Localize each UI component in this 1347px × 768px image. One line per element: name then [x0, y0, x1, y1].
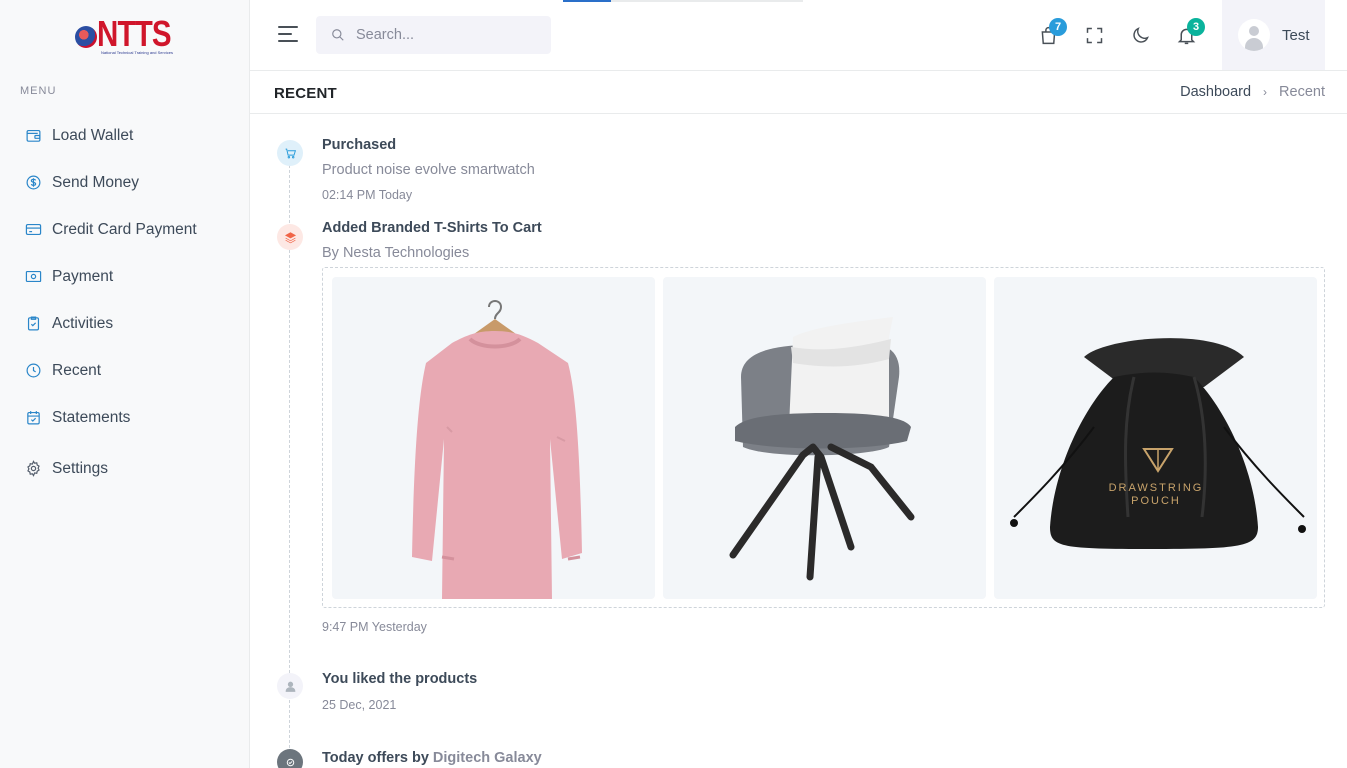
dark-mode-toggle[interactable] [1127, 22, 1153, 48]
pouch-label-line1: DRAWSTRING [1109, 482, 1204, 494]
notifications-button[interactable]: 3 [1173, 18, 1205, 48]
page-load-progress-fill [563, 0, 611, 2]
layers-icon [277, 224, 303, 250]
timeline-item-time: 25 Dec, 2021 [322, 698, 397, 712]
brand-name: NTTS [97, 13, 172, 54]
fullscreen-icon [1086, 27, 1102, 43]
notification-count-badge: 3 [1187, 18, 1205, 36]
sidebar-item-settings[interactable]: Settings [0, 445, 249, 492]
clock-icon [24, 362, 42, 380]
clipboard-check-icon [24, 315, 42, 333]
recent-timeline: Purchased Product noise evolve smartwatc… [250, 115, 1347, 768]
brand-logo[interactable]: NTTS National Technical Training and Ser… [75, 14, 173, 58]
sidebar-item-activities[interactable]: Activities [0, 300, 249, 347]
credit-card-icon [24, 221, 42, 239]
sidebar-item-payment[interactable]: Payment [0, 253, 249, 300]
globe-icon [75, 26, 97, 48]
wallet-icon [24, 127, 42, 145]
timeline-item-title: You liked the products [322, 671, 478, 687]
page-title: RECENT [274, 85, 337, 102]
sidebar-nav: Load Wallet Send Money Credit Card Payme… [0, 112, 249, 492]
sidebar-item-label: Recent [52, 361, 102, 379]
avatar [1238, 19, 1270, 51]
sidebar-item-label: Credit Card Payment [52, 220, 197, 238]
sidebar-item-label: Statements [52, 408, 131, 426]
sidebar-item-load-wallet[interactable]: Load Wallet [0, 112, 249, 159]
menu-toggle-icon[interactable] [278, 26, 300, 44]
cash-icon [24, 268, 42, 286]
breadcrumb: Dashboard › Recent [1180, 84, 1325, 100]
grey-chair-image[interactable] [663, 277, 986, 599]
timeline-item-subtitle: By Nesta Technologies [322, 245, 470, 261]
badge-icon [277, 749, 303, 768]
fullscreen-button[interactable] [1081, 22, 1107, 48]
timeline-item-title: Purchased [322, 137, 397, 153]
chevron-right-icon: › [1263, 85, 1268, 99]
sidebar-item-label: Send Money [52, 173, 140, 191]
moon-icon [1132, 26, 1149, 43]
cart-icon [277, 140, 303, 166]
offer-link[interactable]: Digitech Galaxy [433, 750, 542, 766]
timeline-item-time: 9:47 PM Yesterday [322, 620, 427, 634]
timeline-item-title: Today offers by Digitech Galaxy [322, 750, 542, 766]
timeline-item-time: 02:14 PM Today [322, 188, 413, 202]
topbar: 7 3 Test [250, 0, 1347, 71]
cart-count-badge: 7 [1049, 18, 1067, 36]
brand-tagline: National Technical Training and Services [101, 50, 173, 55]
sidebar: NTTS National Technical Training and Ser… [0, 0, 250, 768]
product-gallery: DRAWSTRING POUCH [322, 267, 1325, 608]
page-title-bar: RECENT Dashboard › Recent [250, 72, 1347, 114]
menu-title: MENU [20, 85, 57, 97]
offer-title-prefix: Today offers by [322, 750, 429, 766]
user-name: Test [1282, 26, 1310, 44]
drawstring-pouch-image[interactable]: DRAWSTRING POUCH [994, 277, 1317, 599]
sidebar-item-credit-card-payment[interactable]: Credit Card Payment [0, 206, 249, 253]
page-load-progress [563, 0, 803, 2]
breadcrumb-dashboard[interactable]: Dashboard [1180, 84, 1251, 100]
search-input[interactable] [356, 27, 536, 43]
sidebar-item-label: Activities [52, 314, 114, 332]
sidebar-item-label: Payment [52, 267, 114, 285]
gear-icon [24, 460, 42, 478]
user-icon [277, 673, 303, 699]
timeline-item-subtitle: Product noise evolve smartwatch [322, 162, 535, 178]
sidebar-item-label: Settings [52, 459, 109, 477]
user-menu[interactable]: Test [1222, 0, 1325, 70]
cart-button[interactable]: 7 [1035, 18, 1067, 48]
pink-sweatshirt-image[interactable] [332, 277, 655, 599]
calendar-check-icon [24, 409, 42, 427]
breadcrumb-current: Recent [1279, 84, 1325, 100]
sidebar-item-send-money[interactable]: Send Money [0, 159, 249, 206]
pouch-label-line2: POUCH [1131, 495, 1181, 507]
sidebar-item-statements[interactable]: Statements [0, 394, 249, 441]
search-box [316, 16, 551, 54]
sidebar-item-recent[interactable]: Recent [0, 347, 249, 394]
search-icon [332, 29, 344, 41]
sidebar-item-label: Load Wallet [52, 126, 134, 144]
timeline-item-title: Added Branded T-Shirts To Cart [322, 220, 542, 236]
dollar-circle-icon [24, 174, 42, 192]
